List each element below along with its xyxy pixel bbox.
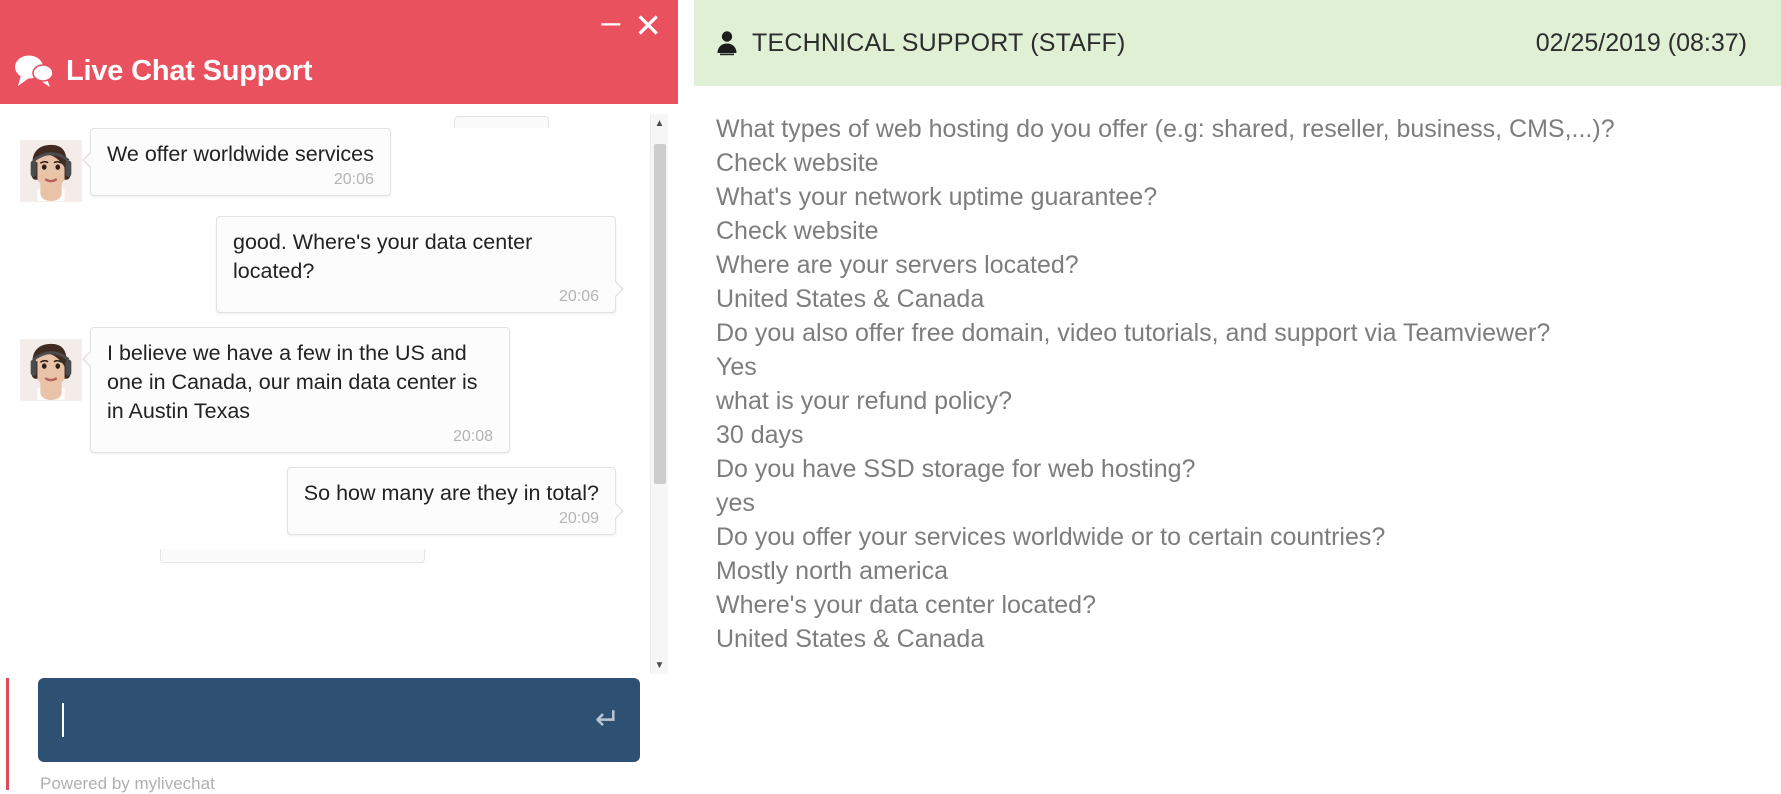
transcript-line: Do you also offer free domain, video tut… [716, 319, 1551, 347]
chat-widget-header: Live Chat Support – ✕ [0, 0, 678, 104]
chat-message-row: We offer worldwide services 20:06 [20, 128, 638, 202]
transcript-line: Yes [716, 353, 757, 381]
transcript-timestamp: 02/25/2019 (08:37) [1535, 28, 1747, 57]
transcript-line: United States & Canada [716, 625, 985, 653]
chat-message-text: We offer worldwide services [107, 142, 374, 166]
app-root: Live Chat Support – ✕ We offer worldwide… [0, 0, 1781, 794]
avatar [20, 339, 82, 401]
person-icon [716, 30, 738, 56]
transcript-panel: TECHNICAL SUPPORT (STAFF) 02/25/2019 (08… [678, 0, 1781, 794]
chat-scrollbar[interactable]: ▲ ▼ [650, 114, 668, 674]
transcript-line: 30 days [716, 421, 804, 449]
chat-messages-area[interactable]: We offer worldwide services 20:06 good. … [0, 104, 678, 678]
transcript-line: what is your refund policy? [716, 387, 1012, 415]
chat-message-row: I believe we have a few in the US and on… [20, 327, 638, 453]
live-chat-widget: Live Chat Support – ✕ We offer worldwide… [0, 0, 678, 794]
chat-header-title-group: Live Chat Support [14, 54, 313, 88]
text-caret [62, 703, 64, 737]
transcript-line: What types of web hosting do you offer (… [716, 115, 1615, 143]
transcript-line: Where's your data center located? [716, 591, 1096, 619]
powered-by-label: Powered by mylivechat [40, 774, 215, 793]
scrollbar-thumb[interactable] [654, 144, 666, 484]
chat-message-text: good. Where's your data center located? [233, 230, 539, 283]
chat-bubble: I believe we have a few in the US and on… [82, 327, 510, 453]
chat-bubble: good. Where's your data center located? … [216, 216, 624, 313]
partial-message-top [454, 116, 549, 128]
chat-message-time: 20:09 [558, 510, 599, 527]
transcript-line: Do you have SSD storage for web hosting? [716, 455, 1196, 483]
transcript-line: yes [716, 489, 755, 517]
transcript-staff-name: TECHNICAL SUPPORT (STAFF) [752, 28, 1126, 57]
send-enter-icon[interactable]: ↵ [595, 705, 620, 735]
scroll-up-arrow-icon[interactable]: ▲ [651, 114, 668, 132]
partial-message-bottom [160, 549, 425, 563]
transcript-line: Check website [716, 149, 879, 177]
chat-bubble: We offer worldwide services 20:06 [82, 128, 391, 196]
chat-message-time: 20:06 [558, 288, 599, 305]
chat-message-row: So how many are they in total? 20:09 [20, 467, 638, 535]
transcript-line: Check website [716, 217, 879, 245]
transcript-line: Where are your servers located? [716, 251, 1079, 279]
scroll-down-arrow-icon[interactable]: ▼ [651, 656, 668, 674]
transcript-line: Do you offer your services worldwide or … [716, 523, 1386, 551]
transcript-line: United States & Canada [716, 285, 985, 313]
composer-zone: ↵ [0, 678, 678, 762]
minimize-button[interactable]: – [601, 5, 620, 39]
chat-header-title: Live Chat Support [66, 54, 313, 87]
window-controls: – ✕ [601, 5, 662, 42]
transcript-body: What types of web hosting do you offer (… [694, 86, 1781, 794]
chat-message-time: 20:06 [333, 171, 374, 188]
transcript-line: Mostly north america [716, 557, 949, 585]
message-input[interactable]: ↵ [38, 678, 640, 762]
transcript-header: TECHNICAL SUPPORT (STAFF) 02/25/2019 (08… [694, 0, 1781, 86]
chat-bubble-icon [14, 54, 54, 88]
chat-message-time: 20:08 [452, 428, 493, 445]
chat-message-text: I believe we have a few in the US and on… [107, 341, 484, 423]
avatar [20, 140, 82, 202]
transcript-line: What's your network uptime guarantee? [716, 183, 1158, 211]
close-button[interactable]: ✕ [634, 9, 662, 42]
chat-message-text: So how many are they in total? [303, 481, 599, 505]
chat-message-row: good. Where's your data center located? … [20, 216, 638, 313]
chat-bubble: So how many are they in total? 20:09 [286, 467, 625, 535]
